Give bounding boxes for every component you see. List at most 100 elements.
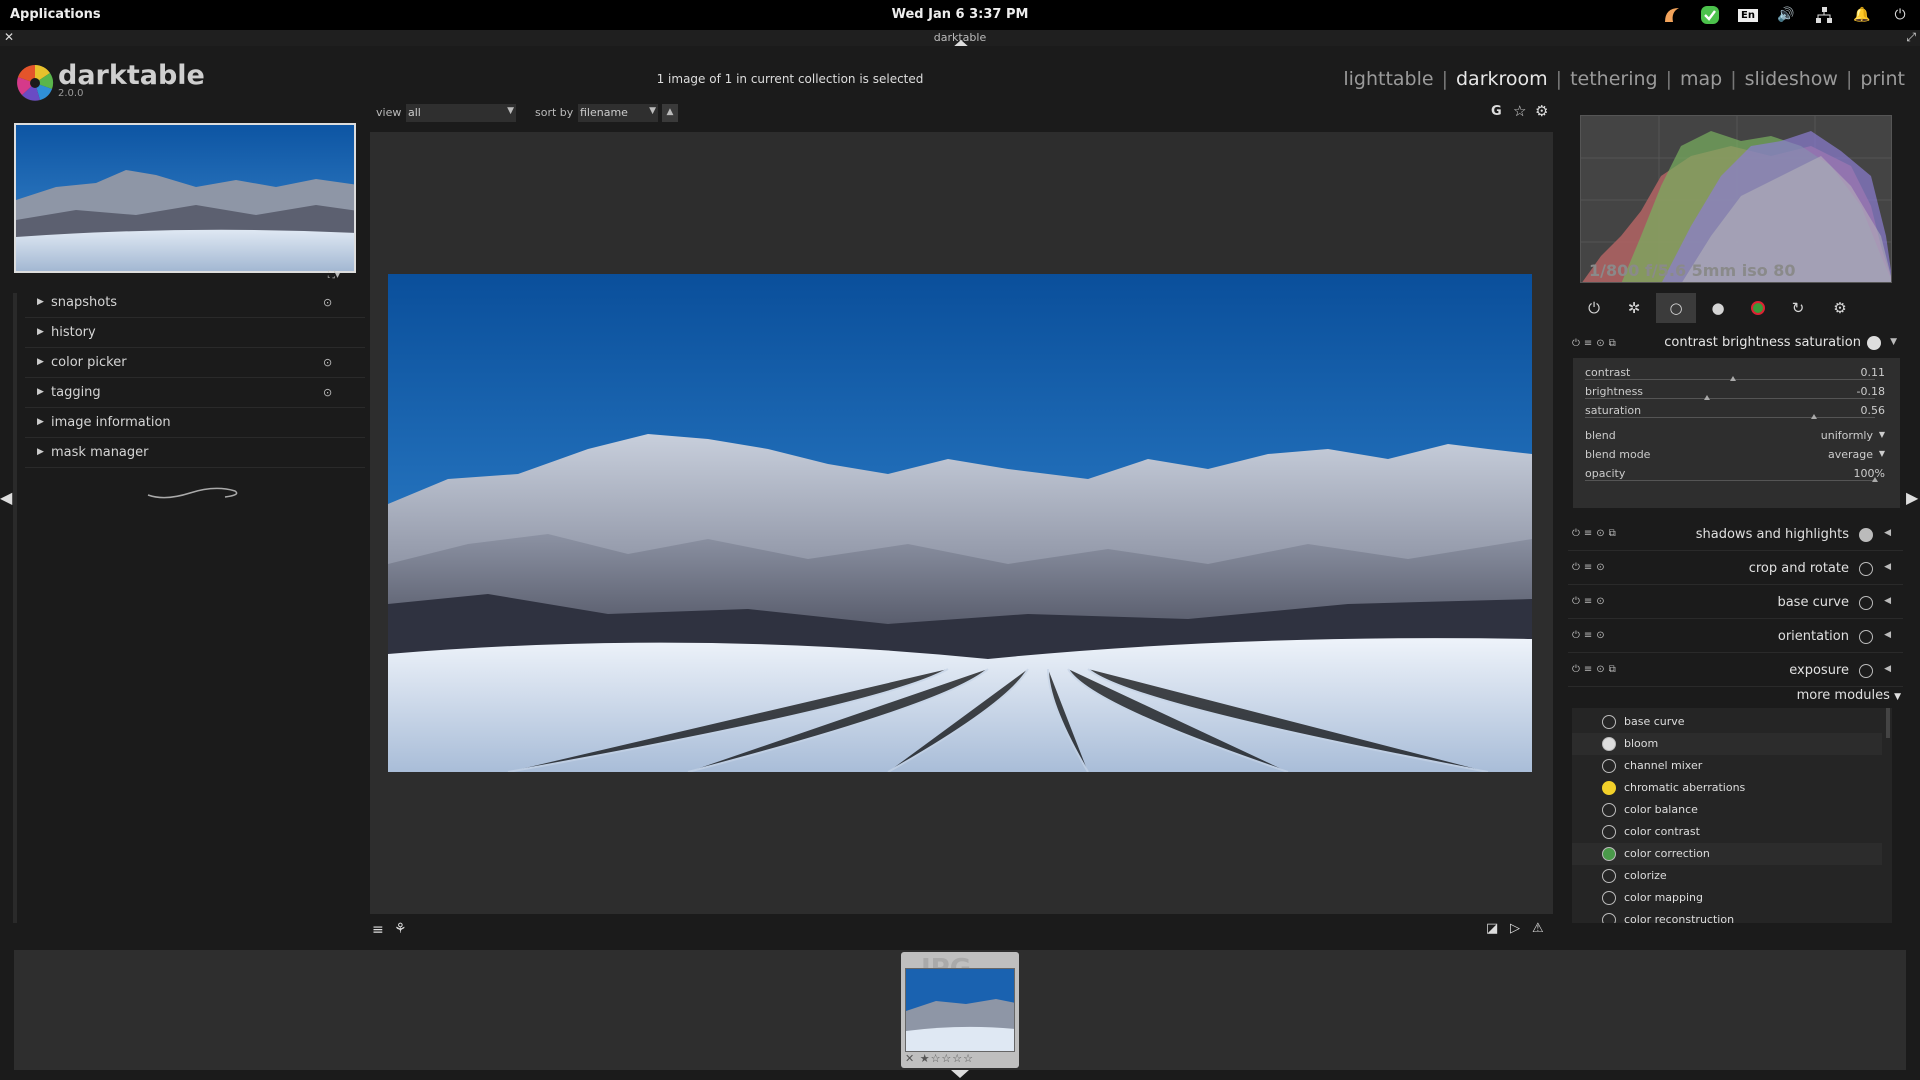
list-item[interactable]: color balance (1572, 799, 1882, 821)
module-group-tabs: ⏻ ✲ ○ ● ↻ ⚙ (1568, 293, 1908, 323)
module-exposure[interactable]: ⏻≡⊙⧉ exposure ◀ (1568, 655, 1903, 687)
module-color-picker[interactable]: ▶ color picker ⊙ (25, 348, 365, 378)
reset-icon[interactable]: ⊙ (323, 386, 332, 399)
left-panel-collapse-icon[interactable]: ◀ (0, 488, 12, 507)
collapse-icon[interactable]: ▼ (1890, 337, 1897, 347)
list-item[interactable]: channel mixer (1572, 755, 1882, 777)
list-item[interactable]: base curve (1572, 711, 1882, 733)
tone-group-icon[interactable]: ● (1698, 293, 1738, 323)
security-check-icon[interactable] (1698, 4, 1722, 26)
module-shadows-and-highlights[interactable]: ⏻≡⊙⧉ shadows and highlights ◀ (1568, 519, 1903, 551)
module-controls-icon[interactable]: ⏻≡⊙⧉ (1572, 338, 1620, 349)
view-select[interactable]: all ▼ (406, 104, 516, 122)
module-snapshots[interactable]: ▶ snapshots ⊙ (25, 288, 365, 318)
bottom-panel-collapse-icon[interactable] (951, 1070, 969, 1078)
left-panel-scrollbar[interactable] (13, 293, 17, 923)
zoom-fit-icon[interactable]: ⛶▾ (328, 270, 340, 281)
module-icon (1859, 664, 1873, 678)
list-item[interactable]: chromatic aberrations (1572, 777, 1882, 799)
system-clock[interactable]: Wed Jan 6 3:37 PM (0, 7, 1920, 22)
styles-icon[interactable]: ⚘ (394, 921, 407, 937)
module-orientation[interactable]: ⏻≡⊙ orientation ◀ (1568, 621, 1903, 653)
gamut-check-icon[interactable]: ⚠ (1532, 921, 1544, 936)
expand-icon: ◀ (1884, 630, 1891, 640)
correct-group-icon[interactable]: ↻ (1778, 293, 1818, 323)
favorite-icon[interactable]: ✲ (1614, 293, 1654, 323)
volume-icon[interactable]: 🔊 (1774, 4, 1798, 26)
panel-end-ornament-icon (147, 487, 238, 499)
view-map[interactable]: map (1680, 68, 1722, 90)
blend-mode-select[interactable]: blend mode average ▼ (1585, 448, 1885, 467)
color-group-icon[interactable] (1738, 293, 1778, 323)
opacity-slider[interactable]: opacity 100% (1585, 467, 1885, 486)
view-print[interactable]: print (1860, 68, 1905, 90)
softproof-icon[interactable]: ▷ (1510, 921, 1520, 936)
sort-order-button[interactable]: ▲ (662, 104, 678, 122)
histogram[interactable]: 1/800 f/5.6 5mm iso 80 (1580, 115, 1892, 283)
view-darkroom[interactable]: darkroom (1456, 68, 1548, 90)
expand-icon: ◀ (1884, 664, 1891, 674)
chevron-down-icon: ▼ (649, 106, 656, 116)
module-icon (1867, 336, 1881, 350)
maximize-window-icon[interactable]: ⤢ (1906, 30, 1916, 45)
list-item[interactable]: colorize (1572, 865, 1882, 887)
filmstrip[interactable]: JPG ✕ ★☆☆☆☆ (14, 950, 1906, 1070)
reset-icon[interactable]: ⊙ (323, 356, 332, 369)
main-image-preview[interactable] (388, 274, 1532, 772)
filmstrip-thumbnail[interactable]: JPG ✕ ★☆☆☆☆ (901, 952, 1019, 1068)
saturation-slider[interactable]: saturation 0.56 (1585, 404, 1885, 423)
view-switcher: lighttable | darkroom | tethering | map | sl… (1343, 68, 1905, 90)
module-icon (1859, 528, 1873, 542)
rating-stars[interactable]: ✕ ★☆☆☆☆ (905, 1052, 974, 1065)
view-tethering[interactable]: tethering (1570, 68, 1658, 90)
power-icon[interactable]: ⏻ (1574, 293, 1614, 323)
grouping-button[interactable]: G (1491, 104, 1502, 119)
module-body: contrast 0.11 brightness -0.18 saturation 0… (1573, 358, 1900, 508)
network-icon[interactable] (1812, 4, 1836, 26)
right-panel: 1/800 f/5.6 5mm iso 80 ⏻ ✲ ○ ● ↻ ⚙ ⏻≡⊙⧉ … (1568, 108, 1913, 938)
right-panel-collapse-icon[interactable]: ▶ (1906, 488, 1918, 507)
power-menu-icon[interactable]: ⏻ (1888, 4, 1912, 26)
center-toolbar: view all ▼ sort by filename ▼ ▲ G ☆ ⚙ (370, 102, 1555, 124)
sort-select[interactable]: filename ▼ (578, 104, 658, 122)
basic-group-icon[interactable]: ○ (1656, 293, 1696, 323)
list-item[interactable]: color mapping (1572, 887, 1882, 909)
view-lighttable[interactable]: lighttable (1343, 68, 1433, 90)
list-item[interactable]: color reconstruction (1572, 909, 1882, 923)
module-header[interactable]: ⏻≡⊙⧉ contrast brightness saturation ▼ (1568, 330, 1903, 358)
presets-menu-icon[interactable]: ≡ (372, 922, 384, 938)
contrast-slider[interactable]: contrast 0.11 (1585, 366, 1885, 385)
more-modules-toggle[interactable]: more modules ▼ (1797, 688, 1901, 703)
module-image-information[interactable]: ▶ image information (25, 408, 365, 438)
keyboard-layout-indicator[interactable]: En (1736, 4, 1760, 26)
app-version: 2.0.0 (58, 88, 84, 99)
expanded-module-contrast-brightness-saturation: ⏻≡⊙⧉ contrast brightness saturation ▼ co… (1568, 330, 1903, 510)
module-crop-and-rotate[interactable]: ⏻≡⊙ crop and rotate ◀ (1568, 553, 1903, 585)
module-history[interactable]: ▶ history (25, 318, 365, 348)
blend-select[interactable]: blend uniformly ▼ (1585, 429, 1885, 448)
darkroom-canvas[interactable] (370, 132, 1553, 914)
gear-icon[interactable]: ⚙ (1535, 102, 1548, 120)
navigation-thumbnail[interactable] (14, 123, 356, 273)
filmstrip-image (905, 968, 1015, 1052)
list-item[interactable]: color correction (1572, 843, 1882, 865)
expand-icon: ◀ (1884, 528, 1891, 538)
list-item[interactable]: color contrast (1572, 821, 1882, 843)
brightness-slider[interactable]: brightness -0.18 (1585, 385, 1885, 404)
more-modules-list[interactable]: base curve bloom channel mixer chromatic… (1572, 708, 1892, 923)
list-item[interactable]: bloom (1572, 733, 1882, 755)
system-tray: En 🔊 🔔 ⏻ (1660, 4, 1912, 26)
module-base-curve[interactable]: ⏻≡⊙ base curve ◀ (1568, 587, 1903, 619)
list-scrollbar[interactable] (1886, 708, 1890, 738)
module-mask-manager[interactable]: ▶ mask manager (25, 438, 365, 468)
night-light-icon[interactable] (1660, 4, 1684, 26)
reset-icon[interactable]: ⊙ (323, 296, 332, 309)
view-slideshow[interactable]: slideshow (1745, 68, 1838, 90)
over-exposure-icon[interactable]: ◪ (1486, 921, 1498, 936)
module-title: contrast brightness saturation (1664, 335, 1861, 350)
center-bottom-toolbar: ≡ ⚘ ◪ ▷ ⚠ (370, 918, 1555, 943)
notifications-bell-icon[interactable]: 🔔 (1850, 4, 1874, 26)
star-overlay-icon[interactable]: ☆ (1513, 102, 1526, 120)
effect-group-icon[interactable]: ⚙ (1820, 293, 1860, 323)
module-tagging[interactable]: ▶ tagging ⊙ (25, 378, 365, 408)
